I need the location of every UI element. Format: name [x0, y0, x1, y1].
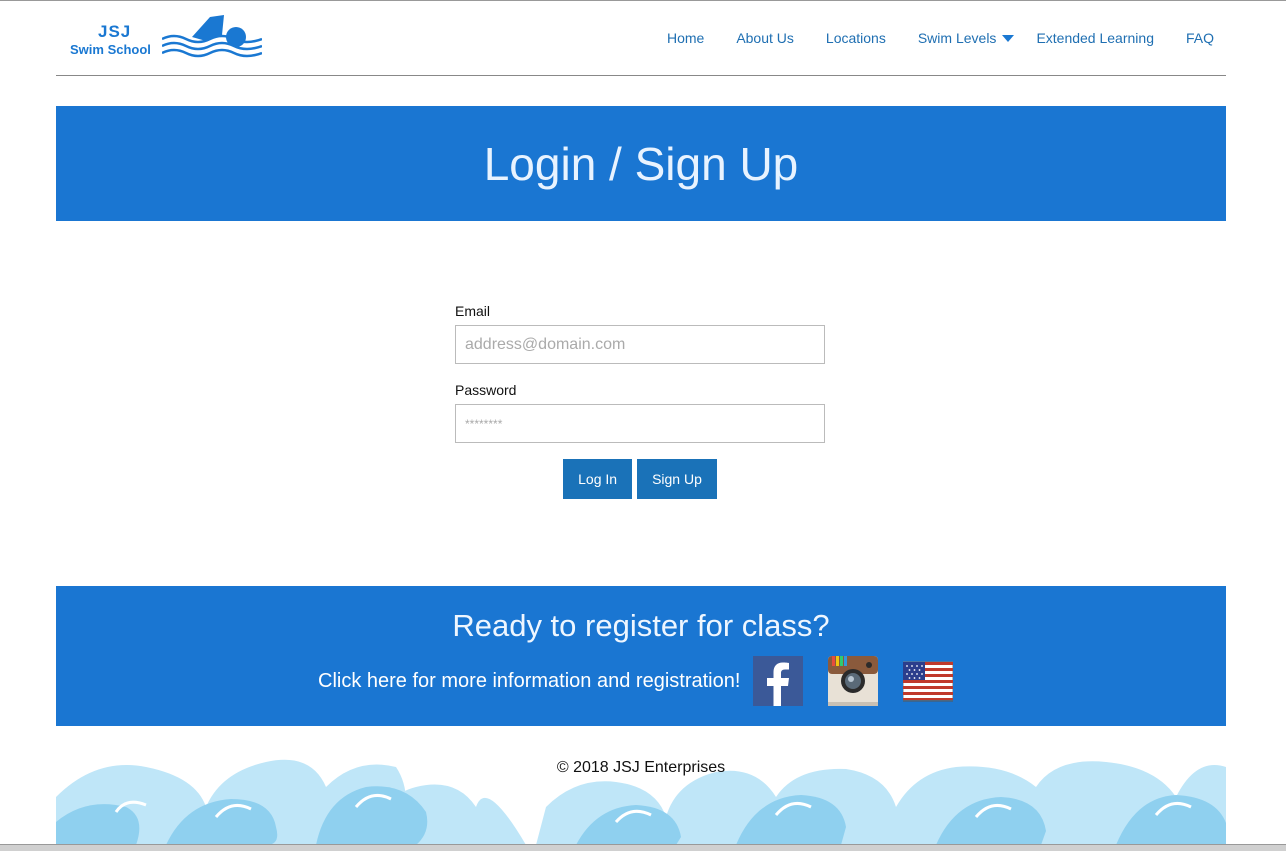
registration-heading: Ready to register for class?	[452, 608, 830, 643]
registration-banner: Ready to register for class? Click here …	[56, 586, 1226, 726]
window-bottom-edge	[0, 844, 1286, 851]
nav-faq[interactable]: FAQ	[1186, 30, 1214, 46]
page-title: Login / Sign Up	[483, 137, 799, 190]
form-actions: Log In Sign Up	[455, 459, 825, 499]
login-form: Email Password Log In Sign Up	[455, 303, 825, 499]
site-header: JSJ Swim School Home About Us Locations …	[56, 1, 1226, 76]
nav-about-us[interactable]: About Us	[736, 30, 794, 46]
site-logo[interactable]: JSJ Swim School	[70, 13, 262, 61]
email-field[interactable]	[455, 325, 825, 364]
nav-locations-label: Locations	[825, 30, 886, 46]
main-nav: Home About Us Locations Swim Levels Exte…	[635, 1, 1214, 75]
facebook-icon[interactable]	[753, 656, 804, 706]
copyright-text: © 2018 JSJ Enterprises	[556, 759, 726, 776]
signup-button[interactable]: Sign Up	[637, 459, 717, 499]
nav-swim-levels[interactable]: Swim Levels	[918, 30, 1015, 46]
nav-home-label: Home	[666, 30, 705, 46]
password-label: Password	[455, 382, 517, 398]
login-button[interactable]: Log In	[563, 459, 633, 499]
logo-text-swim-school: Swim School	[70, 42, 151, 57]
instagram-icon[interactable]	[828, 656, 879, 706]
us-flag-icon[interactable]	[903, 656, 954, 706]
nav-faq-label: FAQ	[1185, 30, 1214, 46]
dropdown-caret-icon[interactable]	[1002, 34, 1015, 42]
site-footer: © 2018 JSJ Enterprises	[56, 727, 1226, 845]
logo-text-jsj: JSJ	[98, 22, 132, 41]
registration-link[interactable]: Click here for more information and regi…	[318, 670, 740, 693]
nav-swim-levels-label: Swim Levels	[917, 30, 997, 46]
nav-locations[interactable]: Locations	[826, 30, 886, 46]
swimmer-logo-icon	[162, 15, 262, 58]
waves-decoration	[56, 759, 1226, 845]
nav-home[interactable]: Home	[667, 30, 704, 46]
nav-about-us-label: About Us	[736, 30, 794, 46]
registration-row: Click here for more information and regi…	[318, 656, 954, 706]
nav-extended-learning-label: Extended Learning	[1036, 30, 1154, 46]
password-field[interactable]	[455, 404, 825, 443]
nav-extended-learning[interactable]: Extended Learning	[1036, 30, 1154, 46]
email-label: Email	[455, 303, 491, 319]
page-title-banner: Login / Sign Up	[56, 106, 1226, 221]
